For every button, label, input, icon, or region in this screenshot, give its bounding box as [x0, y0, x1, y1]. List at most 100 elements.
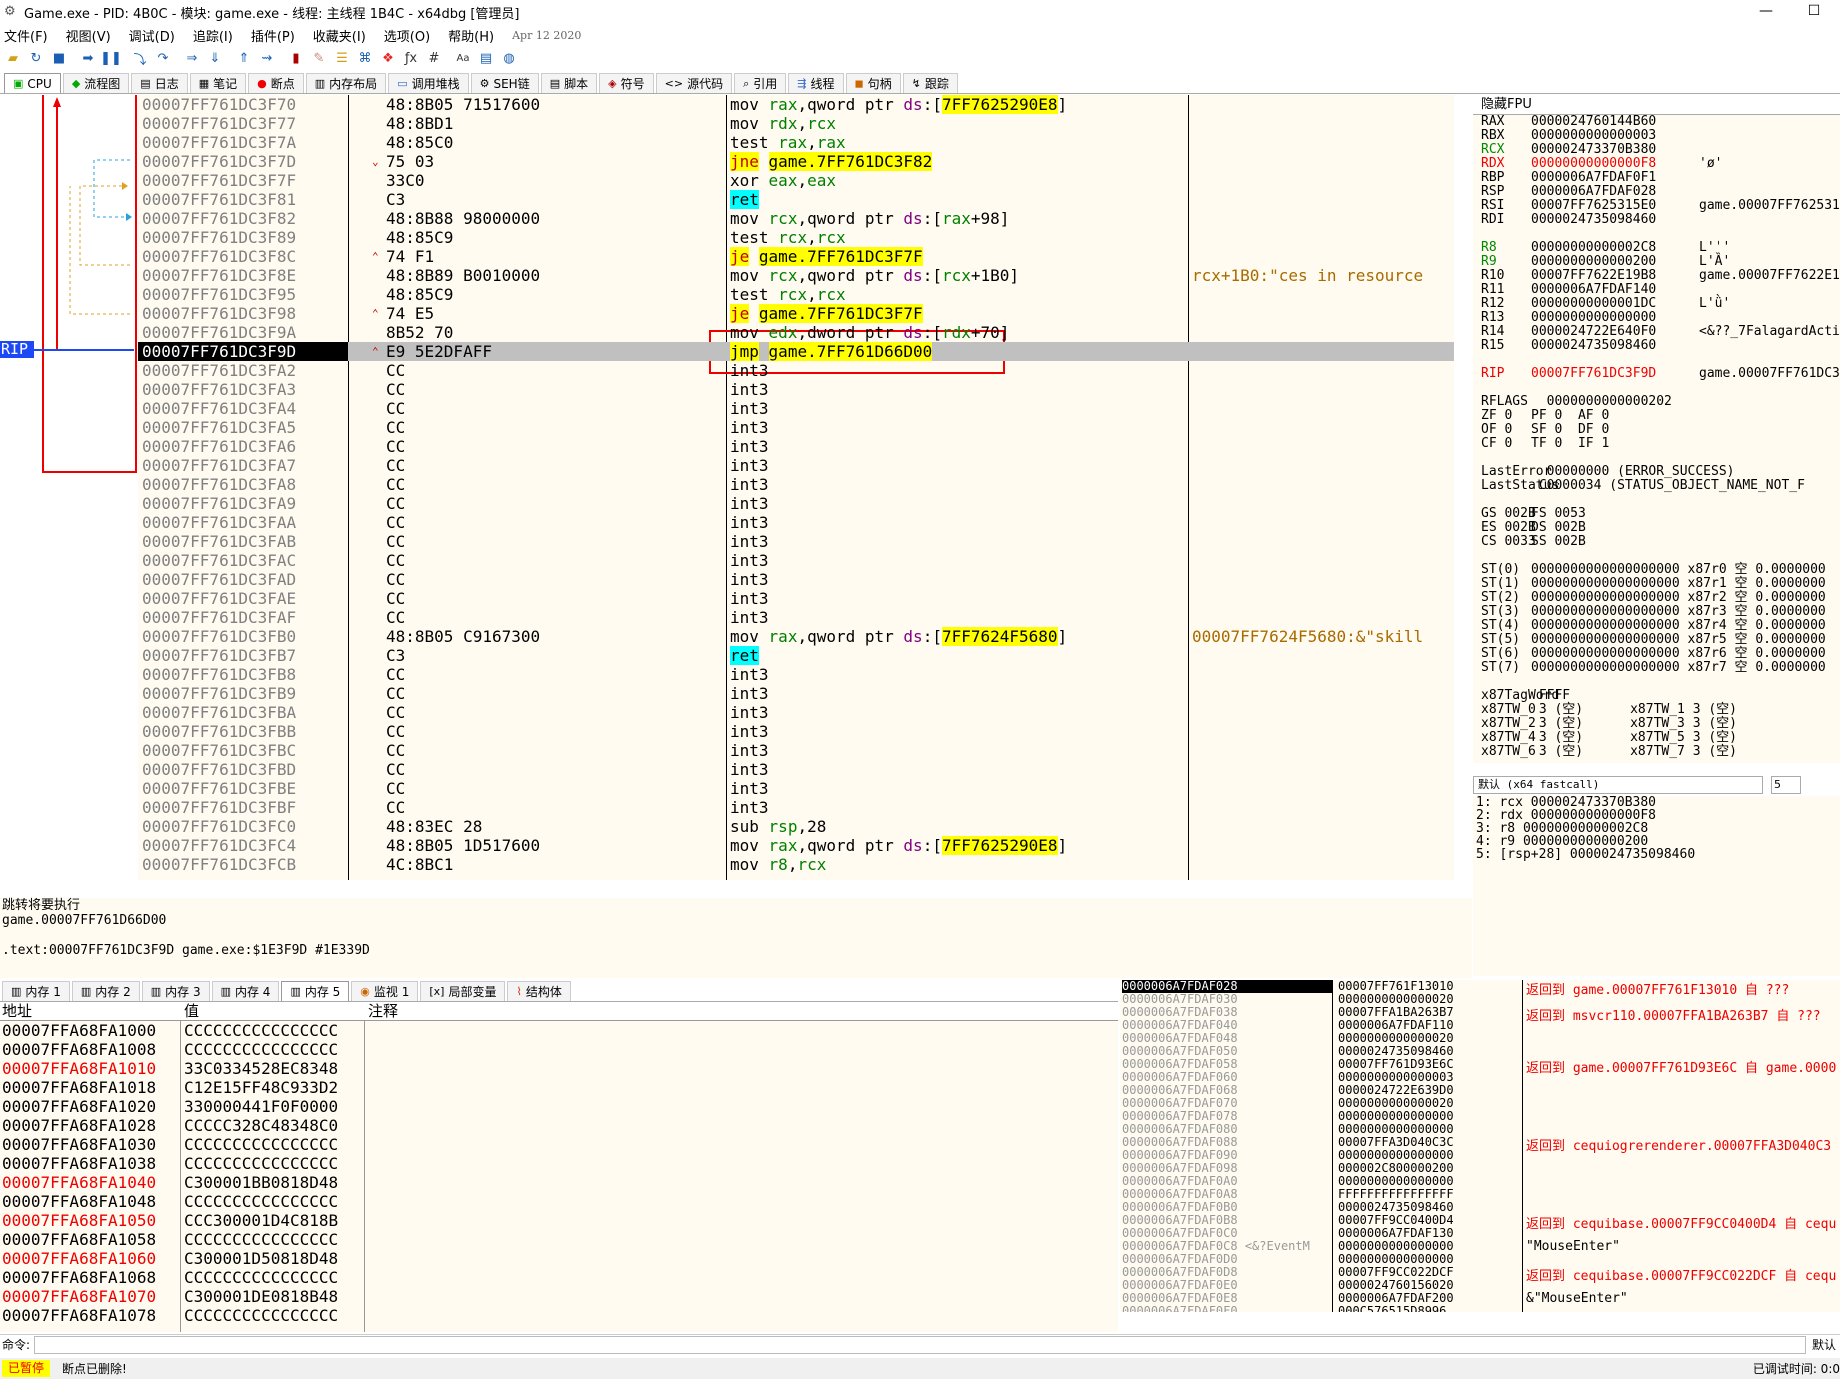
- tab-log[interactable]: ▤ 日志: [131, 73, 188, 93]
- disasm-row[interactable]: 00007FF761DC3F8C ⌃ 74 F1 je game.7FF761DC3F…: [138, 247, 1454, 266]
- tab-struct[interactable]: ⌇ 结构体: [507, 981, 571, 1001]
- restart-icon[interactable]: ↻: [27, 49, 45, 67]
- memory-row[interactable]: 00007FFA68FA1008 CCCCCCCCCCCCCCCC: [0, 1040, 1118, 1059]
- memory-row[interactable]: 00007FFA68FA1020 330000441F0F0000: [0, 1097, 1118, 1116]
- bookmark-icon[interactable]: ❖: [379, 49, 397, 67]
- disasm-row[interactable]: 00007FF761DC3FA4 CC int3: [138, 399, 1454, 418]
- disasm-row[interactable]: 00007FF761DC3FB7 C3 ret: [138, 646, 1454, 665]
- memory-row[interactable]: 00007FFA68FA1030 CCCCCCCCCCCCCCCC: [0, 1135, 1118, 1154]
- register-row[interactable]: ST(0) 0000000000000000000 x87r0 空 0.00000…: [1473, 563, 1840, 577]
- disassembly-view[interactable]: 00007FF761DC3F70 48:8B05 71517600 mov rax,…: [138, 95, 1454, 880]
- tab-memory-3[interactable]: ▥ 内存 3: [141, 981, 210, 1001]
- disasm-row[interactable]: 00007FF761DC3FAD CC int3: [138, 570, 1454, 589]
- disasm-row[interactable]: 00007FF761DC3FA3 CC int3: [138, 380, 1454, 399]
- tab-threads[interactable]: ⇶ 线程: [788, 73, 844, 93]
- arguments-view[interactable]: 1: rcx 000002473370B380 2: rdx 000000000…: [1473, 796, 1840, 976]
- disasm-row[interactable]: 00007FF761DC3F9A 8B52 70 mov edx,dword ptr…: [138, 323, 1454, 342]
- disasm-row[interactable]: 00007FF761DC3FBF CC int3: [138, 798, 1454, 817]
- column-comment[interactable]: 注释: [368, 1002, 398, 1021]
- disasm-row[interactable]: 00007FF761DC3F7A 48:85C0 test rax,rax: [138, 133, 1454, 152]
- register-row[interactable]: RSI 00007FF7625315E0 game.00007FF762531: [1473, 199, 1840, 213]
- register-row[interactable]: x87TW_4 3 (空) x87TW_5 3 (空): [1473, 731, 1840, 745]
- register-row[interactable]: ST(1) 0000000000000000000 x87r1 空 0.00000…: [1473, 577, 1840, 591]
- disasm-row[interactable]: 00007FF761DC3F7D ⌄ 75 03 jne game.7FF761DC3…: [138, 152, 1454, 171]
- disasm-row[interactable]: 00007FF761DC3FB0 48:8B05 C9167300 mov rax,…: [138, 627, 1454, 646]
- tab-watch-1[interactable]: ◉ 监视 1: [351, 981, 419, 1001]
- disasm-row[interactable]: 00007FF761DC3FAA CC int3: [138, 513, 1454, 532]
- disasm-row[interactable]: 00007FF761DC3F95 48:85C9 test rcx,rcx: [138, 285, 1454, 304]
- register-row[interactable]: ST(6) 0000000000000000000 x87r6 空 0.00000…: [1473, 647, 1840, 661]
- disasm-row[interactable]: 00007FF761DC3F77 48:8BD1 mov rdx,rcx: [138, 114, 1454, 133]
- disasm-row[interactable]: 00007FF761DC3F82 48:8B88 98000000 mov rcx,…: [138, 209, 1454, 228]
- register-row[interactable]: ZF 0 PF 0 AF 0: [1473, 409, 1840, 423]
- register-row[interactable]: [1473, 353, 1840, 367]
- disasm-row[interactable]: 00007FF761DC3F81 C3 ret: [138, 190, 1454, 209]
- memory-row[interactable]: 00007FFA68FA1038 CCCCCCCCCCCCCCCC: [0, 1154, 1118, 1173]
- register-row[interactable]: LastError 00000000 (ERROR_SUCCESS): [1473, 465, 1840, 479]
- register-row[interactable]: x87TW_6 3 (空) x87TW_7 3 (空): [1473, 745, 1840, 759]
- tab-handles[interactable]: ◼ 句柄: [845, 73, 901, 93]
- register-row[interactable]: RDX 00000000000000F8 'ø': [1473, 157, 1840, 171]
- register-row[interactable]: [1473, 381, 1840, 395]
- register-row[interactable]: RFLAGS 0000000000000202: [1473, 395, 1840, 409]
- registers-view[interactable]: 隐藏FPU RAX 0000024760144B60 RBX 000000000000…: [1473, 95, 1840, 763]
- register-row[interactable]: [1473, 493, 1840, 507]
- tab-references[interactable]: ⌕ 引用: [734, 73, 787, 93]
- register-row[interactable]: R11 0000006A7FDAF140: [1473, 283, 1840, 297]
- tab-call-stack[interactable]: ▭ 调用堆栈: [388, 73, 469, 93]
- register-row[interactable]: RAX 0000024760144B60: [1473, 115, 1840, 129]
- disasm-row[interactable]: 00007FF761DC3F7F 33C0 xor eax,eax: [138, 171, 1454, 190]
- disasm-row[interactable]: 00007FF761DC3FA2 CC int3: [138, 361, 1454, 380]
- disasm-row[interactable]: 00007FF761DC3FC0 48:83EC 28 sub rsp,28: [138, 817, 1454, 836]
- register-row[interactable]: x87TagWord FFFF: [1473, 689, 1840, 703]
- disasm-row[interactable]: 00007FF761DC3FA7 CC int3: [138, 456, 1454, 475]
- menu-view[interactable]: 视图(V): [66, 26, 111, 45]
- tab-notes[interactable]: ▦ 笔记: [189, 73, 247, 93]
- disasm-row[interactable]: 00007FF761DC3F70 48:8B05 71517600 mov rax,…: [138, 95, 1454, 114]
- memory-row[interactable]: 00007FFA68FA1058 CCCCCCCCCCCCCCCC: [0, 1230, 1118, 1249]
- memory-row[interactable]: 00007FFA68FA1050 CCC300001D4C818B: [0, 1211, 1118, 1230]
- disasm-row[interactable]: 00007FF761DC3F89 48:85C9 test rcx,rcx: [138, 228, 1454, 247]
- patch-icon[interactable]: ✎: [310, 49, 328, 67]
- register-row[interactable]: ST(2) 0000000000000000000 x87r2 空 0.00000…: [1473, 591, 1840, 605]
- menu-help[interactable]: 帮助(H): [448, 26, 494, 45]
- calling-convention-select[interactable]: 默认 (x64 fastcall): [1473, 776, 1763, 794]
- memory-row[interactable]: 00007FFA68FA1078 CCCCCCCCCCCCCCCC: [0, 1306, 1118, 1325]
- disasm-row[interactable]: 00007FF761DC3FBB CC int3: [138, 722, 1454, 741]
- tab-seh[interactable]: ⚙ SEH链: [470, 73, 539, 93]
- tab-cpu[interactable]: ▣ CPU: [4, 73, 61, 93]
- hide-fpu-toggle[interactable]: 隐藏FPU: [1473, 95, 1840, 115]
- column-value[interactable]: 值: [184, 1002, 199, 1021]
- disasm-row[interactable]: 00007FF761DC3FBD CC int3: [138, 760, 1454, 779]
- disasm-row[interactable]: 00007FF761DC3FC4 48:8B05 1D517600 mov rax,…: [138, 836, 1454, 855]
- disasm-row[interactable]: 00007FF761DC3FA6 CC int3: [138, 437, 1454, 456]
- memory-row[interactable]: 00007FFA68FA1060 C300001D50818D48: [0, 1249, 1118, 1268]
- register-row[interactable]: RSP 0000006A7FDAF028: [1473, 185, 1840, 199]
- trace-into-icon[interactable]: ⇒: [183, 49, 201, 67]
- trace-over-icon[interactable]: ⇓: [206, 49, 224, 67]
- register-row[interactable]: OF 0 SF 0 DF 0: [1473, 423, 1840, 437]
- register-row[interactable]: [1473, 451, 1840, 465]
- disasm-row[interactable]: 00007FF761DC3F98 ⌃ 74 E5 je game.7FF761DC3F…: [138, 304, 1454, 323]
- disasm-row[interactable]: 00007FF761DC3FAC CC int3: [138, 551, 1454, 570]
- register-row[interactable]: R14 0000024722E640F0 <&??_7FalagardActi: [1473, 325, 1840, 339]
- disasm-row[interactable]: 00007FF761DC3FBA CC int3: [138, 703, 1454, 722]
- tab-trace[interactable]: ↯ 跟踪: [902, 73, 958, 93]
- register-row[interactable]: R8 00000000000002C8 L'ˈ': [1473, 241, 1840, 255]
- memory-row[interactable]: 00007FFA68FA1040 C300001BB0818D48: [0, 1173, 1118, 1192]
- menu-file[interactable]: 文件(F): [4, 26, 48, 45]
- memory-row[interactable]: 00007FFA68FA1048 CCCCCCCCCCCCCCCC: [0, 1192, 1118, 1211]
- command-input[interactable]: [34, 1335, 1806, 1354]
- run-icon[interactable]: ➡: [79, 49, 97, 67]
- step-over-icon[interactable]: ↷: [154, 49, 172, 67]
- disasm-row[interactable]: 00007FF761DC3FBC CC int3: [138, 741, 1454, 760]
- register-row[interactable]: LastStatus C0000034 (STATUS_OBJECT_NAME_…: [1473, 479, 1840, 493]
- register-row[interactable]: R15 0000024735098460: [1473, 339, 1840, 353]
- memory-row[interactable]: 00007FFA68FA1068 CCCCCCCCCCCCCCCC: [0, 1268, 1118, 1287]
- register-row[interactable]: CF 0 TF 0 IF 1: [1473, 437, 1840, 451]
- run-to-user-code-icon[interactable]: ⇝: [258, 49, 276, 67]
- register-row[interactable]: GS 002BFS 0053: [1473, 507, 1840, 521]
- memory-row[interactable]: 00007FFA68FA1070 C300001DE0818B48: [0, 1287, 1118, 1306]
- register-row[interactable]: R13 0000000000000000: [1473, 311, 1840, 325]
- register-row[interactable]: ST(7) 0000000000000000000 x87r7 空 0.00000…: [1473, 661, 1840, 675]
